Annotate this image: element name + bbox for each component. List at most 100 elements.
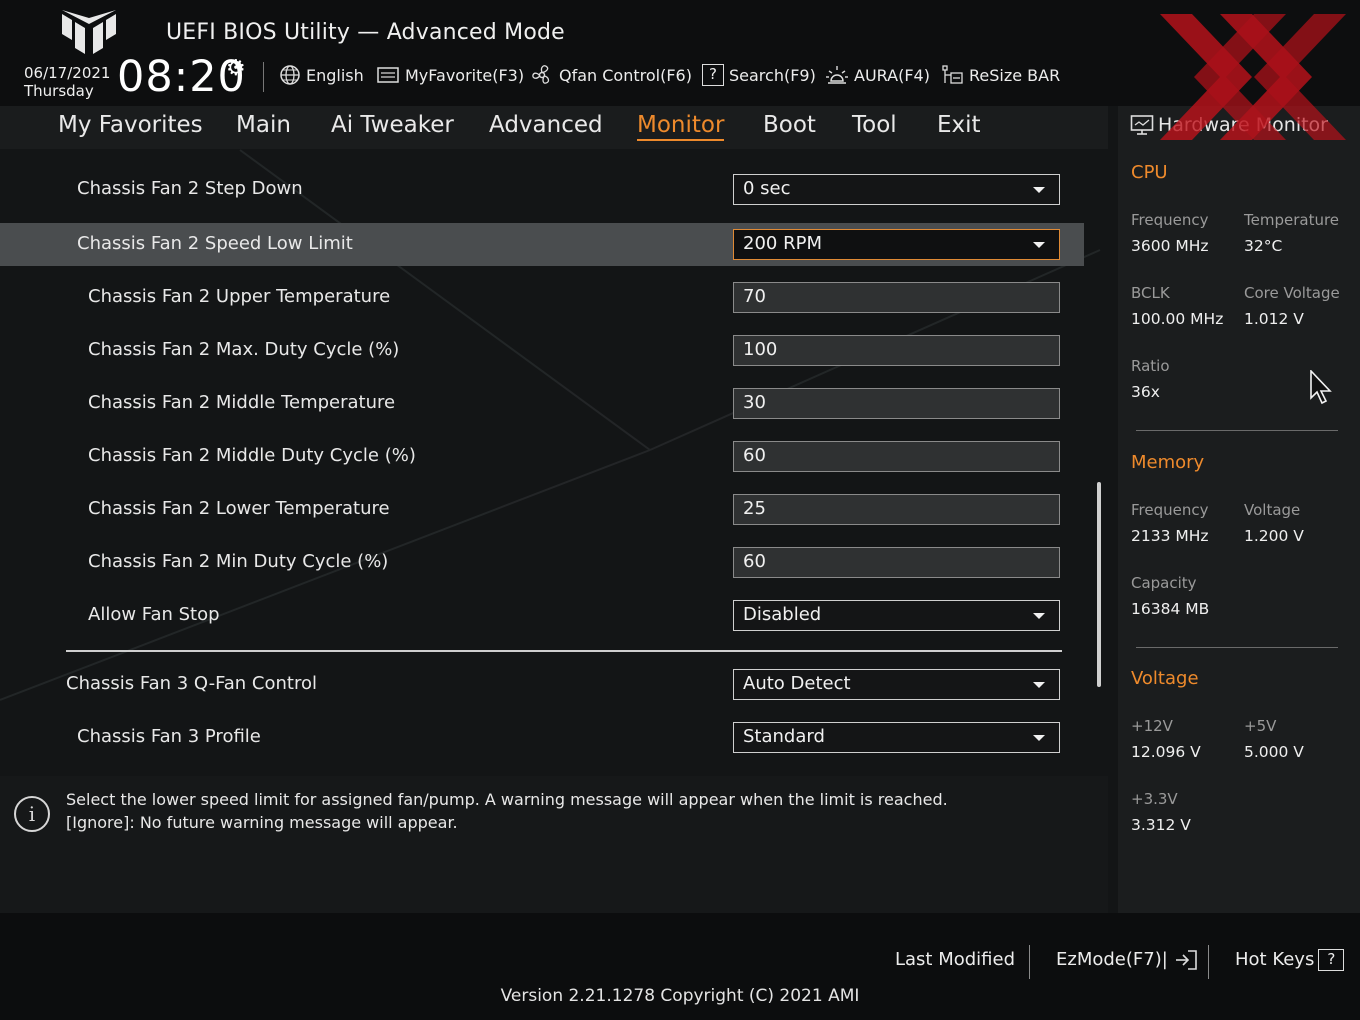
qfan-control-button[interactable]: Qfan Control(F6) (530, 62, 692, 88)
setting-label: Chassis Fan 2 Step Down (77, 178, 303, 199)
language-button[interactable]: English (279, 62, 364, 88)
chevron-down-icon (1033, 613, 1045, 619)
core-voltage-label: Core Voltage (1244, 284, 1340, 302)
header-divider (263, 62, 264, 92)
setting-row-chassis-fan2-lower-temperature[interactable]: Chassis Fan 2 Lower Temperature 25 (0, 488, 1084, 531)
app-title: UEFI BIOS Utility — Advanced Mode (166, 20, 565, 45)
monitor-icon (1130, 115, 1154, 135)
tab-monitor[interactable]: Monitor (637, 112, 725, 141)
tab-exit[interactable]: Exit (937, 112, 981, 138)
resize-bar-icon (942, 65, 963, 84)
setting-label: Allow Fan Stop (88, 604, 220, 625)
middle-temperature-input[interactable]: 30 (733, 388, 1060, 419)
search-label: Search(F9) (729, 65, 816, 85)
help-panel: i Select the lower speed limit for assig… (0, 776, 1108, 913)
v33-value: 3.312 V (1131, 816, 1191, 834)
setting-label: Chassis Fan 2 Max. Duty Cycle (%) (88, 339, 400, 360)
tuf-logo-icon (62, 10, 116, 54)
setting-row-chassis-fan2-middle-temperature[interactable]: Chassis Fan 2 Middle Temperature 30 (0, 382, 1084, 425)
aura-button[interactable]: AURA(F4) (825, 62, 930, 88)
setting-label: Chassis Fan 3 Q-Fan Control (66, 673, 317, 694)
hot-keys-label: Hot Keys (1235, 949, 1315, 970)
myfavorite-button[interactable]: MyFavorite(F3) (376, 62, 524, 88)
v33-label: +3.3V (1131, 790, 1178, 808)
dropdown-value: 0 sec (743, 178, 791, 199)
setting-row-chassis-fan2-step-down[interactable]: Chassis Fan 2 Step Down 0 sec (0, 168, 1084, 211)
favorite-list-icon (377, 67, 399, 83)
footer-bar: Last Modified EzMode(F7)| Hot Keys? Vers… (0, 913, 1360, 1020)
chevron-down-icon (1033, 187, 1045, 193)
resize-bar-button[interactable]: ReSize BAR (940, 62, 1060, 88)
cpu-frequency-value: 3600 MHz (1131, 237, 1209, 255)
dropdown-value: 200 RPM (743, 233, 822, 254)
setting-label: Chassis Fan 3 Profile (77, 726, 261, 747)
hw-divider (1136, 647, 1338, 648)
tab-main[interactable]: Main (236, 112, 291, 138)
dropdown-value: Standard (743, 726, 825, 747)
setting-label: Chassis Fan 2 Lower Temperature (88, 498, 390, 519)
day-display: Thursday (24, 82, 94, 100)
search-button[interactable]: ? Search(F9) (702, 62, 816, 88)
bclk-value: 100.00 MHz (1131, 310, 1224, 328)
min-duty-cycle-input[interactable]: 60 (733, 547, 1060, 578)
chevron-down-icon (1033, 735, 1045, 741)
tab-ai-tweaker[interactable]: Ai Tweaker (331, 112, 454, 138)
help-text-line1: Select the lower speed limit for assigne… (66, 790, 948, 809)
setting-label: Chassis Fan 2 Upper Temperature (88, 286, 391, 307)
hardware-monitor-panel: Hardware Monitor CPU Frequency Temperatu… (1118, 106, 1360, 913)
setting-row-allow-fan-stop[interactable]: Allow Fan Stop Disabled (0, 594, 1084, 637)
ezmode-button[interactable]: EzMode(F7)| (1056, 949, 1200, 971)
cpu-heading: CPU (1131, 162, 1168, 183)
last-modified-button[interactable]: Last Modified (895, 949, 1015, 970)
memory-voltage-label: Voltage (1244, 501, 1301, 519)
v5-value: 5.000 V (1244, 743, 1304, 761)
footer-divider (1208, 945, 1209, 979)
upper-temperature-input[interactable]: 70 (733, 282, 1060, 313)
hw-divider (1136, 430, 1338, 431)
settings-panel: Chassis Fan 2 Step Down 0 sec Chassis Fa… (0, 149, 1108, 767)
cpu-temperature-value: 32°C (1244, 237, 1283, 255)
middle-duty-cycle-input[interactable]: 60 (733, 441, 1060, 472)
setting-row-chassis-fan2-middle-duty-cycle[interactable]: Chassis Fan 2 Middle Duty Cycle (%) 60 (0, 435, 1084, 478)
setting-row-chassis-fan2-min-duty-cycle[interactable]: Chassis Fan 2 Min Duty Cycle (%) 60 (0, 541, 1084, 584)
aura-label: AURA(F4) (854, 65, 930, 85)
mouse-cursor-icon (1310, 370, 1332, 405)
main-tab-bar: My Favorites Main Ai Tweaker Advanced Mo… (0, 106, 1108, 149)
tab-boot[interactable]: Boot (763, 112, 816, 138)
setting-row-chassis-fan3-qfan-control[interactable]: Chassis Fan 3 Q-Fan Control Auto Detect (0, 663, 1084, 706)
speed-low-limit-dropdown[interactable]: 200 RPM (733, 229, 1060, 260)
memory-frequency-label: Frequency (1131, 501, 1209, 519)
setting-row-chassis-fan2-max-duty-cycle[interactable]: Chassis Fan 2 Max. Duty Cycle (%) 100 (0, 329, 1084, 372)
tab-advanced[interactable]: Advanced (489, 112, 603, 138)
setting-row-chassis-fan2-upper-temperature[interactable]: Chassis Fan 2 Upper Temperature 70 (0, 276, 1084, 319)
hot-keys-button[interactable]: Hot Keys? (1235, 949, 1345, 971)
qfan-control-label: Qfan Control(F6) (559, 65, 692, 85)
memory-capacity-value: 16384 MB (1131, 600, 1210, 618)
myfavorite-label: MyFavorite(F3) (405, 65, 525, 85)
version-text: Version 2.21.1278 Copyright (C) 2021 AMI (500, 986, 860, 1006)
globe-icon (280, 65, 300, 85)
qfan-control-dropdown[interactable]: Auto Detect (733, 669, 1060, 700)
setting-row-chassis-fan2-speed-low-limit[interactable]: Chassis Fan 2 Speed Low Limit 200 RPM (0, 223, 1084, 266)
clock-settings-gear-icon[interactable]: ⚙ (226, 56, 246, 81)
date-display: 06/17/2021 (24, 64, 111, 82)
ratio-value: 36x (1131, 383, 1160, 401)
info-icon: i (14, 796, 50, 832)
v5-label: +5V (1244, 717, 1277, 735)
lower-temperature-input[interactable]: 25 (733, 494, 1060, 525)
dropdown-value: Disabled (743, 604, 822, 625)
tab-tool[interactable]: Tool (852, 112, 897, 138)
help-question-icon: ? (1318, 949, 1345, 971)
memory-frequency-value: 2133 MHz (1131, 527, 1209, 545)
bclk-label: BCLK (1131, 284, 1170, 302)
fan3-profile-dropdown[interactable]: Standard (733, 722, 1060, 753)
step-down-dropdown[interactable]: 0 sec (733, 174, 1060, 205)
cpu-temperature-label: Temperature (1244, 211, 1340, 229)
allow-fan-stop-dropdown[interactable]: Disabled (733, 600, 1060, 631)
setting-row-chassis-fan3-profile[interactable]: Chassis Fan 3 Profile Standard (0, 716, 1084, 759)
tab-my-favorites[interactable]: My Favorites (58, 112, 203, 138)
max-duty-cycle-input[interactable]: 100 (733, 335, 1060, 366)
setting-label: Chassis Fan 2 Middle Duty Cycle (%) (88, 445, 416, 466)
settings-scrollbar[interactable] (1097, 482, 1101, 687)
memory-heading: Memory (1131, 452, 1205, 473)
